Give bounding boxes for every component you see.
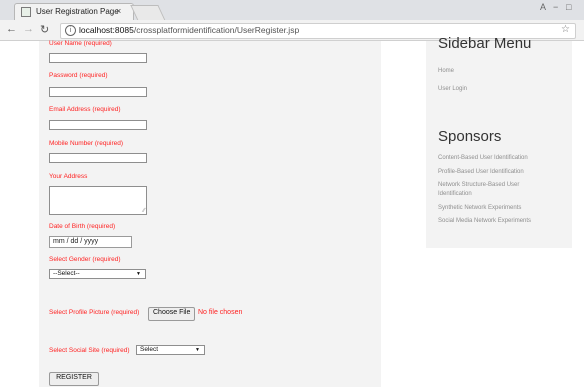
sponsor-item[interactable]: Content-Based User Identification <box>438 155 528 161</box>
sponsors-title: Sponsors <box>438 128 502 145</box>
username-input[interactable] <box>49 53 147 63</box>
mobile-label: Mobile Number (required) <box>49 140 124 147</box>
username-label: User Name (required) <box>49 40 112 47</box>
sponsor-item[interactable]: Network Structure-Based User <box>438 182 519 188</box>
address-textarea[interactable]: ∕∕ <box>49 186 147 215</box>
url-path: /crossplatformidentification/UserRegiste… <box>133 25 300 35</box>
url-host: localhost:8085 <box>79 25 134 35</box>
window-maximize-icon[interactable]: □ <box>566 2 571 12</box>
password-label: Password (required) <box>49 72 108 79</box>
sponsor-item[interactable]: Profile-Based User Identification <box>438 169 524 175</box>
gender-label: Select Gender (required) <box>49 256 121 263</box>
gender-selected-value: --Select-- <box>53 270 80 277</box>
sponsor-item[interactable]: Synthetic Network Experiments <box>438 205 521 211</box>
email-label: Email Address (required) <box>49 106 121 113</box>
reload-icon[interactable]: ↻ <box>40 23 49 36</box>
register-button[interactable]: REGISTER <box>49 372 99 386</box>
mobile-input[interactable] <box>49 153 147 163</box>
social-selected-value: Select <box>140 346 159 353</box>
window-user-icon[interactable]: A <box>540 2 546 12</box>
browser-tab-bar: User Registration Page × A − □ <box>0 0 584 21</box>
password-input[interactable] <box>49 87 147 97</box>
bookmark-star-icon[interactable]: ☆ <box>561 24 570 35</box>
info-icon[interactable]: i <box>65 25 76 36</box>
email-input[interactable] <box>49 120 147 130</box>
new-tab-button[interactable] <box>130 5 166 21</box>
profile-picture-label: Select Profile Picture (required) <box>49 309 140 316</box>
resize-handle-icon[interactable]: ∕∕ <box>143 208 145 214</box>
sidebar-item-user-login[interactable]: User Login <box>438 86 467 92</box>
registration-form: User Name (required) Password (required)… <box>39 40 381 387</box>
sidebar-item-home[interactable]: Home <box>438 68 454 74</box>
sidebar: Sidebar Menu Home User Login Sponsors Co… <box>426 35 572 248</box>
url-text: localhost:8085/crossplatformidentificati… <box>79 25 299 35</box>
dob-label: Date of Birth (required) <box>49 223 116 230</box>
browser-tab[interactable]: User Registration Page × <box>14 3 134 21</box>
gender-select[interactable]: --Select-- ▼ <box>49 269 146 279</box>
window-minimize-icon[interactable]: − <box>553 2 558 12</box>
sponsor-item[interactable]: Social Media Network Experiments <box>438 218 531 224</box>
sidebar-menu-title: Sidebar Menu <box>438 35 532 52</box>
choose-file-button[interactable]: Choose File <box>148 307 196 321</box>
chevron-down-icon: ▼ <box>136 271 141 277</box>
file-status-text: No file chosen <box>198 309 243 316</box>
page-content: User Name (required) Password (required)… <box>0 35 584 387</box>
tab-close-icon[interactable]: × <box>116 6 121 16</box>
address-label: Your Address <box>49 173 88 180</box>
social-site-select[interactable]: Select ▼ <box>136 345 205 355</box>
chevron-down-icon: ▼ <box>195 347 200 353</box>
sponsor-item-continued[interactable]: Identification <box>438 191 472 197</box>
back-arrow-icon[interactable]: ← <box>6 23 17 35</box>
forward-arrow-icon[interactable]: → <box>23 23 34 35</box>
tab-title: User Registration Page <box>36 7 119 16</box>
social-site-label: Select Social Site (required) <box>49 347 130 354</box>
dob-input[interactable]: mm / dd / yyyy <box>49 236 132 248</box>
favicon-icon <box>21 7 31 17</box>
